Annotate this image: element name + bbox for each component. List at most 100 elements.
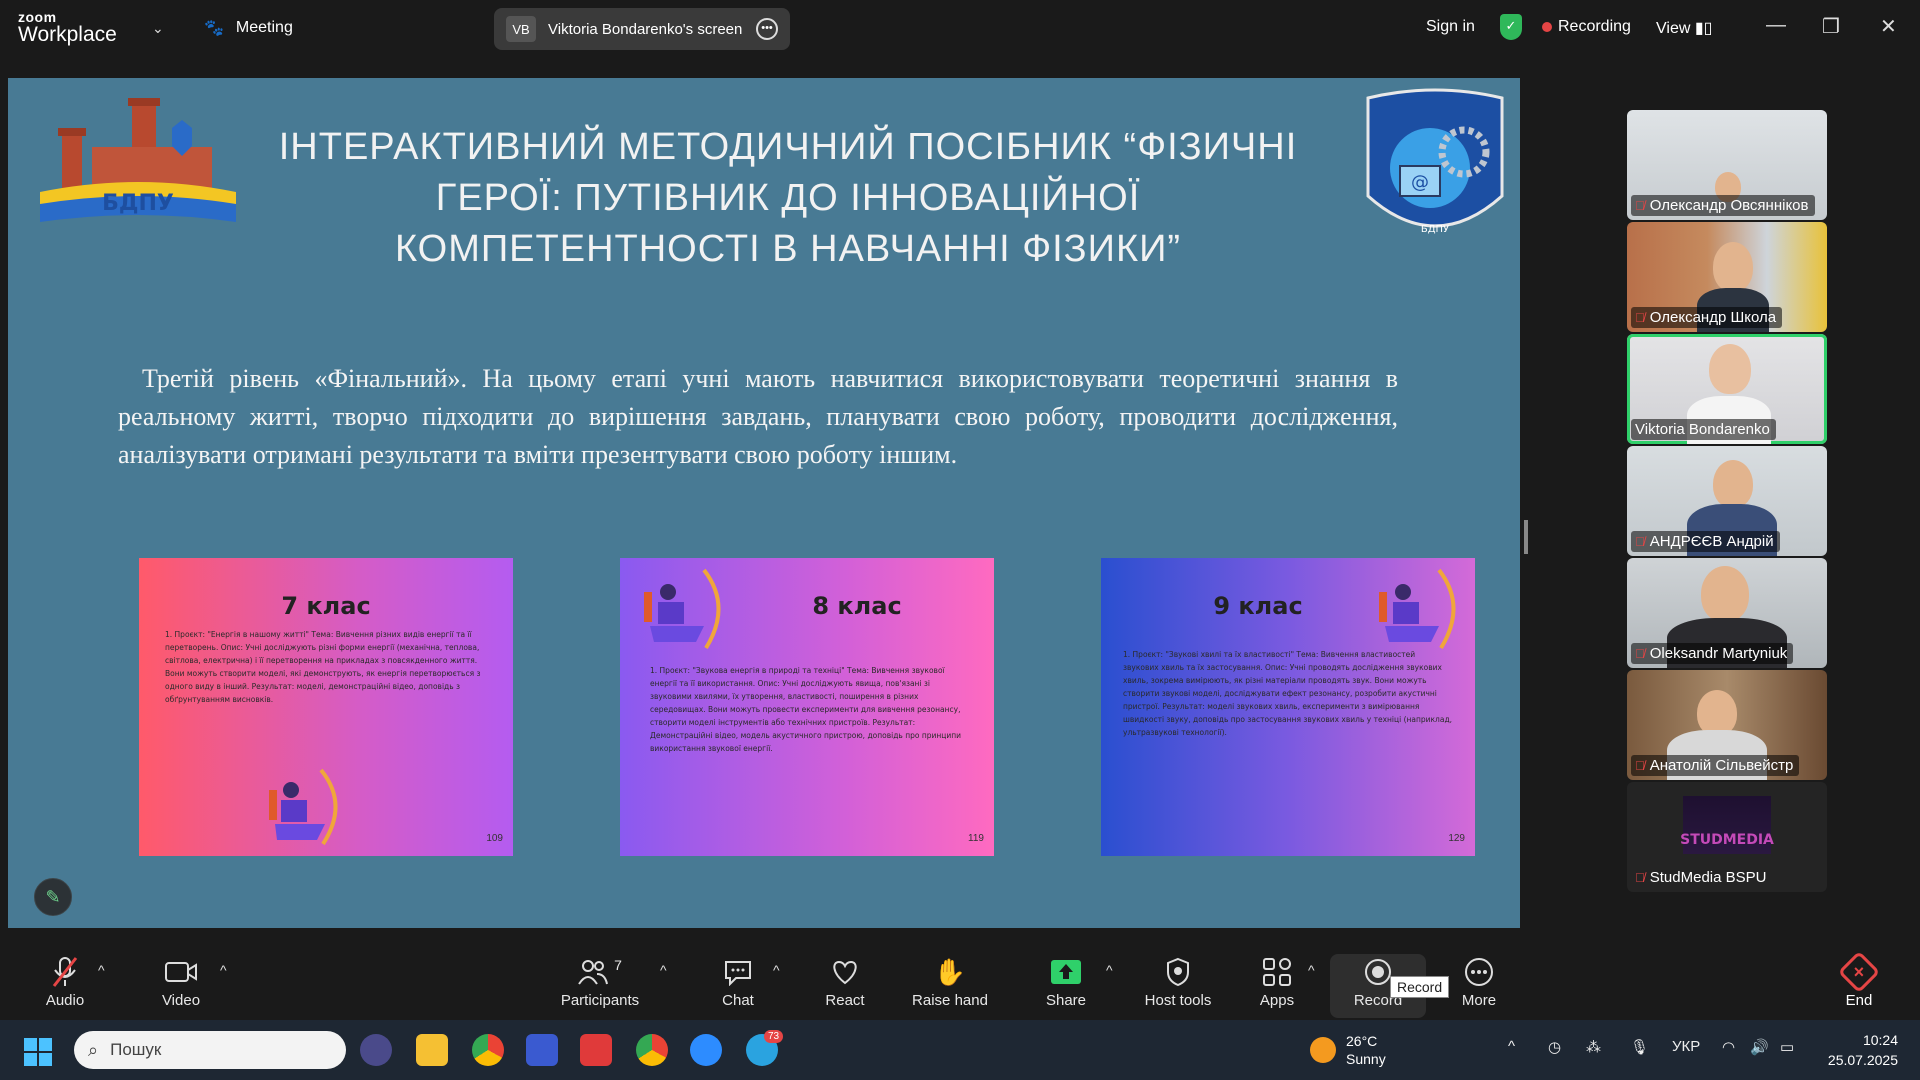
sun-icon bbox=[1310, 1037, 1336, 1063]
battery-icon[interactable]: ▭ bbox=[1780, 1038, 1794, 1056]
microphone-icon[interactable]: 🎙 bbox=[1630, 1038, 1649, 1056]
share-screen-icon bbox=[1011, 952, 1121, 992]
react-button[interactable]: React bbox=[790, 952, 900, 1009]
search-placeholder: Пошук bbox=[110, 1040, 162, 1059]
participant-name-tag: Viktoria Bondarenko bbox=[1631, 419, 1776, 440]
end-label: End bbox=[1845, 992, 1873, 1009]
weather-widget[interactable]: 26°C Sunny bbox=[1310, 1032, 1386, 1068]
chrome-icon[interactable] bbox=[472, 1034, 504, 1066]
participant-video bbox=[1709, 344, 1751, 394]
apps-button[interactable]: Apps bbox=[1222, 952, 1332, 1009]
view-grid-icon: ▮▯ bbox=[1694, 20, 1713, 37]
brand-large: Workplace bbox=[18, 23, 117, 46]
screen-share-pill[interactable]: VB Viktoria Bondarenko's screen ••• bbox=[494, 8, 790, 50]
screen-share-label: Viktoria Bondarenko's screen bbox=[548, 20, 743, 38]
participant-tile[interactable]: 🎙̸ АНДРЄЄВ Андрій bbox=[1627, 446, 1827, 556]
sign-in-link[interactable]: Sign in bbox=[1426, 18, 1475, 36]
raise-hand-label: Raise hand bbox=[912, 992, 988, 1009]
apps-options-caret-icon[interactable]: ^ bbox=[1308, 962, 1315, 978]
chat-options-caret-icon[interactable]: ^ bbox=[773, 962, 780, 978]
windows-start-icon[interactable] bbox=[24, 1038, 52, 1066]
participant-video bbox=[1701, 566, 1749, 622]
mic-muted-icon: 🎙̸ bbox=[1635, 870, 1645, 885]
participant-tile[interactable]: 🎙̸ Анатолій Сільвейстр bbox=[1627, 670, 1827, 780]
archer-illustration bbox=[1379, 568, 1456, 650]
host-tools-button[interactable]: Host tools bbox=[1123, 952, 1233, 1009]
logo-right-text: БДПУ bbox=[1421, 224, 1449, 235]
video-button[interactable]: Video bbox=[126, 952, 236, 1009]
more-label: More bbox=[1461, 992, 1497, 1009]
wifi-icon[interactable]: ◠ bbox=[1722, 1038, 1735, 1056]
volume-icon[interactable]: 🔊 bbox=[1750, 1038, 1769, 1056]
recording-indicator[interactable]: Recording bbox=[1542, 18, 1631, 36]
chat-button[interactable]: Chat bbox=[683, 952, 793, 1009]
studmedia-logo: STUDMEDIA bbox=[1680, 796, 1774, 854]
security-shield-icon[interactable]: ✓ bbox=[1500, 14, 1522, 40]
mic-muted-icon: 🎙̸ bbox=[1635, 534, 1645, 549]
heart-icon bbox=[790, 952, 900, 992]
grade-7-card: 7 клас 1. Проєкт: "Енергія в нашому житт… bbox=[139, 558, 513, 856]
audio-button[interactable]: Audio bbox=[10, 952, 120, 1009]
taskbar-search[interactable]: ⌕ Пошук bbox=[74, 1031, 346, 1069]
chrome-profile-icon[interactable] bbox=[636, 1034, 668, 1066]
windows-taskbar: ⌕ Пошук 73 26°C Sunny ^ ◷ ⁂ 🎙 УКР ◠ 🔊 ▭ … bbox=[0, 1020, 1920, 1080]
participants-label: Participants bbox=[560, 992, 640, 1009]
system-clock[interactable]: 10:24 25.07.2025 bbox=[1826, 1030, 1898, 1070]
mic-muted-icon: 🎙̸ bbox=[1635, 198, 1645, 213]
chevron-down-icon[interactable]: ⌄ bbox=[152, 20, 164, 37]
brand-small: zoom bbox=[18, 9, 57, 25]
apps-label: Apps bbox=[1259, 992, 1295, 1009]
tray-app-icon[interactable]: ◷ bbox=[1548, 1038, 1561, 1056]
view-button[interactable]: View ▮▯ bbox=[1656, 18, 1712, 38]
participant-tile-active-speaker[interactable]: Viktoria Bondarenko bbox=[1627, 334, 1827, 444]
telegram-badge: 73 bbox=[764, 1030, 784, 1043]
grade-9-card: 9 клас 1. Проєкт: "Звукові хвилі та їх в… bbox=[1101, 558, 1475, 856]
participant-name: Анатолій Сільвейстр bbox=[1649, 757, 1794, 774]
minimize-icon[interactable]: — bbox=[1766, 14, 1786, 37]
view-label: View bbox=[1656, 20, 1691, 37]
participant-tile[interactable]: 🎙̸ Олександр Овсянніков bbox=[1627, 110, 1827, 220]
participants-options-caret-icon[interactable]: ^ bbox=[660, 962, 667, 978]
bspu-logo-left: БДПУ bbox=[40, 98, 236, 222]
annotate-pencil-icon[interactable]: ✎ bbox=[34, 878, 72, 916]
save-app-icon[interactable] bbox=[526, 1034, 558, 1066]
meet-app-icon[interactable] bbox=[360, 1034, 392, 1066]
archer-illustration bbox=[644, 568, 721, 650]
audio-options-caret-icon[interactable]: ^ bbox=[98, 962, 105, 978]
participant-name: StudMedia BSPU bbox=[1649, 869, 1767, 886]
participant-tile[interactable]: 🎙̸ Олександр Школа bbox=[1627, 222, 1827, 332]
svg-text:@: @ bbox=[1411, 172, 1429, 193]
participant-name-tag: 🎙̸ Анатолій Сільвейстр bbox=[1631, 755, 1800, 776]
file-explorer-icon[interactable] bbox=[416, 1034, 448, 1066]
apps-grid-icon bbox=[1222, 952, 1332, 992]
tray-overflow-caret-icon[interactable]: ^ bbox=[1508, 1038, 1515, 1055]
panel-resize-handle[interactable] bbox=[1524, 520, 1528, 554]
archer-illustration bbox=[269, 768, 338, 846]
zoom-app-icon[interactable] bbox=[690, 1034, 722, 1066]
raise-hand-button[interactable]: ✋ Raise hand bbox=[895, 952, 1005, 1010]
chat-label: Chat bbox=[722, 992, 754, 1009]
restore-icon[interactable]: ❐ bbox=[1822, 14, 1840, 39]
participant-tile[interactable]: STUDMEDIA 🎙̸ StudMedia BSPU bbox=[1627, 782, 1827, 892]
share-button[interactable]: Share bbox=[1011, 952, 1121, 1009]
participant-tile[interactable]: 🎙̸ Oleksandr Martyniuk bbox=[1627, 558, 1827, 668]
tray-apps-icon[interactable]: ⁂ bbox=[1586, 1038, 1601, 1056]
more-options-icon[interactable]: ••• bbox=[756, 18, 778, 40]
host-tools-label: Host tools bbox=[1144, 992, 1212, 1009]
meeting-toolbar: Audio ^ Video ^ 7 Participants ^ Chat ^ … bbox=[0, 944, 1920, 1020]
share-options-caret-icon[interactable]: ^ bbox=[1106, 962, 1113, 978]
shared-screen: БДПУ ІНТЕРАКТИВНИЙ МЕТОДИЧНИЙ ПОСІБНИК “… bbox=[8, 78, 1520, 928]
more-button[interactable]: More bbox=[1424, 952, 1534, 1009]
close-icon[interactable]: ✕ bbox=[1880, 14, 1897, 39]
mic-muted-icon: 🎙̸ bbox=[1635, 310, 1645, 325]
weather-condition: Sunny bbox=[1346, 1051, 1386, 1067]
video-options-caret-icon[interactable]: ^ bbox=[220, 962, 227, 978]
wps-office-icon[interactable] bbox=[580, 1034, 612, 1066]
participants-button[interactable]: 7 Participants bbox=[545, 952, 655, 1009]
language-indicator[interactable]: УКР bbox=[1672, 1038, 1700, 1055]
recording-dot-icon bbox=[1542, 22, 1552, 32]
meeting-menu[interactable]: 🐾 Meeting bbox=[204, 18, 293, 38]
participants-count: 7 bbox=[614, 957, 622, 973]
end-meeting-button[interactable]: × End bbox=[1834, 950, 1884, 1009]
participant-name-tag: 🎙̸ АНДРЄЄВ Андрій bbox=[1631, 531, 1780, 552]
